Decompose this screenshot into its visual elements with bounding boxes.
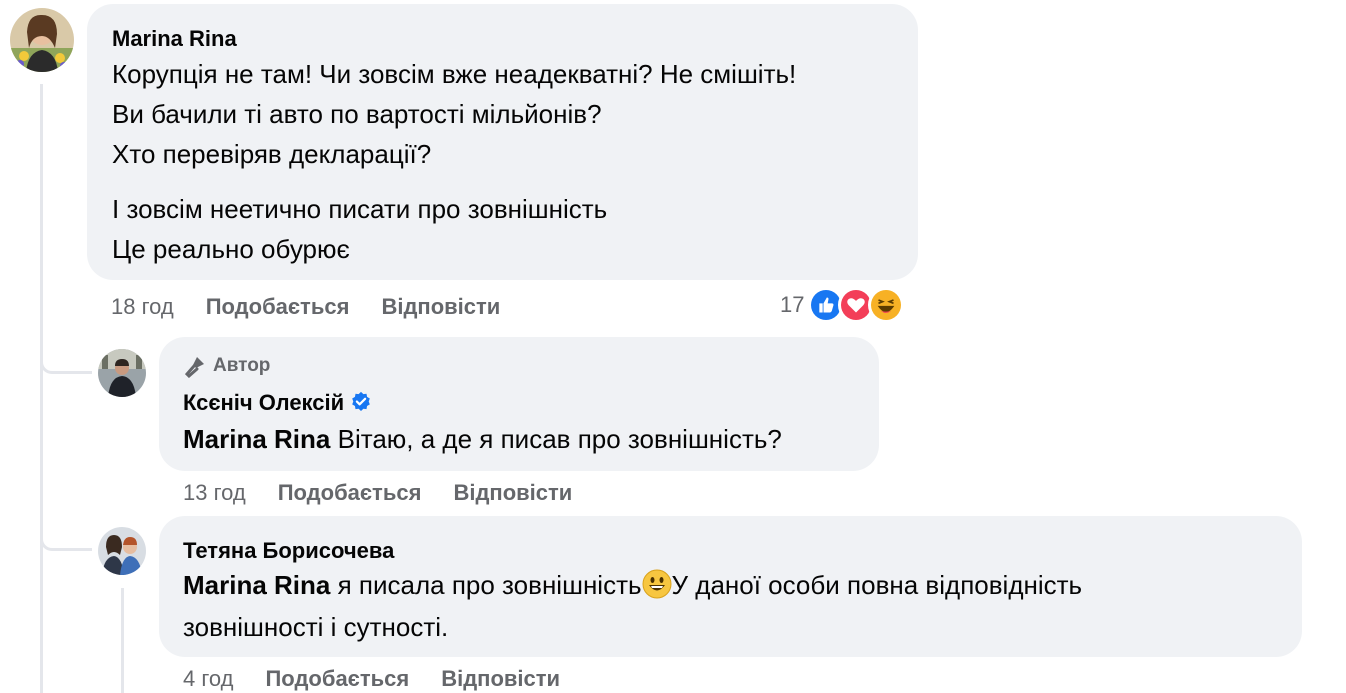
thread-connector [40, 505, 92, 551]
mention-link[interactable]: Marina Rina [183, 424, 330, 454]
author-badge: Автор [183, 354, 270, 378]
avatar[interactable] [10, 8, 74, 72]
comment-bubble: Автор Ксєніч Олексій Marina Rina Вітаю, … [159, 337, 879, 471]
comment-text-line: Корупція не там! Чи зовсім вже неадекват… [112, 59, 797, 89]
comment-text-content: я писала про зовнішність [337, 570, 642, 600]
comment-text-line: Хто перевіряв декларації? [112, 139, 432, 169]
author-badge-label: Автор [213, 355, 271, 376]
comment-text-content: У даної особи повна відповідність [671, 570, 1083, 600]
verified-badge-icon [352, 391, 370, 411]
comment-author[interactable]: Ксєніч Олексій [183, 390, 372, 416]
timestamp[interactable]: 13 год [183, 480, 246, 506]
reply-button[interactable]: Відповісти [441, 666, 560, 692]
haha-icon [868, 287, 905, 323]
comment-actions: 18 год Подобається Відповісти [111, 294, 500, 320]
reply-button[interactable]: Відповісти [453, 480, 572, 506]
reply-button[interactable]: Відповісти [381, 294, 500, 320]
author-name-text: Ксєніч Олексій [183, 390, 345, 415]
comment-text-content: Вітаю, а де я писав про зовнішність? [337, 424, 782, 454]
timestamp[interactable]: 18 год [111, 294, 174, 320]
microphone-icon [184, 357, 204, 378]
like-button[interactable]: Подобається [265, 666, 409, 692]
comment-text: Marina Rina Вітаю, а де я писав про зовн… [183, 419, 782, 459]
comment-text-line: Це реально обурює [112, 234, 350, 264]
comment-text-line: І зовсім неетично писати про зовнішність [112, 194, 608, 224]
like-button[interactable]: Подобається [278, 480, 422, 506]
comment-text-line: Ви бачили ті авто по вартості мільйонів? [112, 99, 602, 129]
comment-author[interactable]: Тетяна Борисочева [183, 538, 394, 564]
timestamp[interactable]: 4 год [183, 666, 233, 692]
thread-line [121, 588, 124, 693]
reaction-count: 17 [780, 292, 805, 317]
comment-author[interactable]: Marina Rina [112, 26, 237, 52]
grinning-face-emoji [642, 569, 672, 599]
reaction-summary[interactable]: 17 [780, 287, 905, 323]
thread-line [40, 84, 43, 693]
comment-actions: 4 год Подобається Відповісти [183, 666, 560, 692]
avatar[interactable] [98, 349, 146, 397]
comment-bubble: Тетяна Борисочева Marina Rina я писала п… [159, 516, 1302, 657]
mention-link[interactable]: Marina Rina [183, 570, 330, 600]
like-button[interactable]: Подобається [206, 294, 350, 320]
avatar[interactable] [98, 527, 146, 575]
thread-connector [40, 330, 92, 374]
comment-actions: 13 год Подобається Відповісти [183, 480, 572, 506]
comment-bubble: Marina Rina Корупція не там! Чи зовсім в… [87, 4, 918, 280]
comment-text-line: зовнішності і сутності. [183, 612, 449, 642]
comment-text: Marina Rina я писала про зовнішність У да… [183, 565, 1082, 605]
